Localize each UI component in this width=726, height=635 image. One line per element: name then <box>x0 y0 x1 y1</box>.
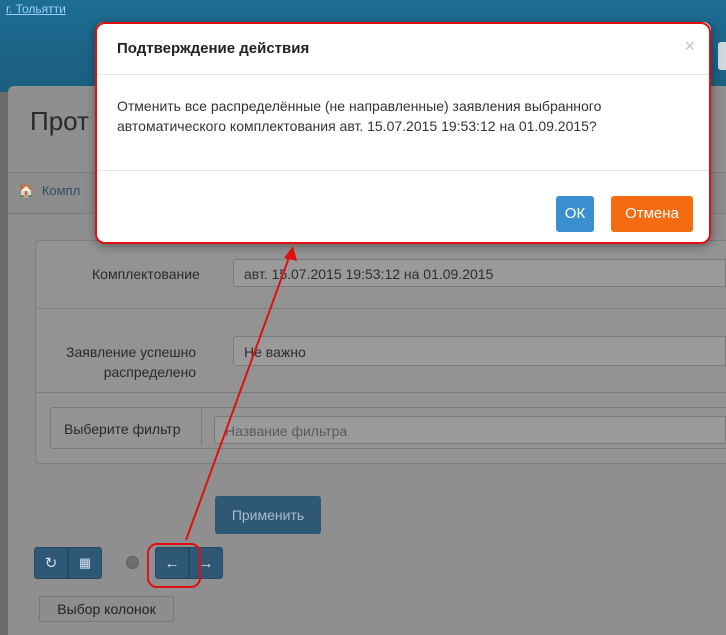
completion-label: Комплектование <box>92 266 200 282</box>
divider <box>36 308 726 309</box>
breadcrumb: 🏠 Компл <box>18 183 80 199</box>
divider <box>36 392 726 393</box>
refresh-icon: ↻ <box>44 555 58 572</box>
select-filter-button[interactable]: Выберите фильтр <box>64 421 181 437</box>
annotation-highlight-dialog <box>95 22 711 244</box>
grid-icon: ▦ <box>78 555 92 570</box>
distributed-label: Заявление успешно распределено <box>66 342 196 382</box>
breadcrumb-item[interactable]: Компл <box>42 183 80 198</box>
grid-button[interactable]: ▦ <box>68 547 102 579</box>
columns-button[interactable]: Выбор колонок <box>39 596 174 622</box>
status-circle-icon <box>126 556 139 569</box>
annotation-highlight-prev <box>147 543 201 588</box>
refresh-button[interactable]: ↻ <box>34 547 68 579</box>
divider <box>201 408 202 446</box>
apply-button[interactable]: Применить <box>215 496 321 534</box>
filter-name-input[interactable]: Название фильтра <box>214 416 726 444</box>
distributed-label-line2: распределено <box>103 364 197 380</box>
distributed-label-line1: Заявление успешно <box>66 344 197 360</box>
header-button-edge <box>718 42 726 70</box>
city-link[interactable]: г. Тольятти <box>6 2 66 16</box>
page-title: Прот <box>30 106 89 136</box>
home-icon[interactable]: 🏠 <box>18 183 34 198</box>
completion-select[interactable]: авт. 15.07.2015 19:53:12 на 01.09.2015 <box>233 259 726 287</box>
distributed-select[interactable]: Не важно <box>233 336 726 366</box>
